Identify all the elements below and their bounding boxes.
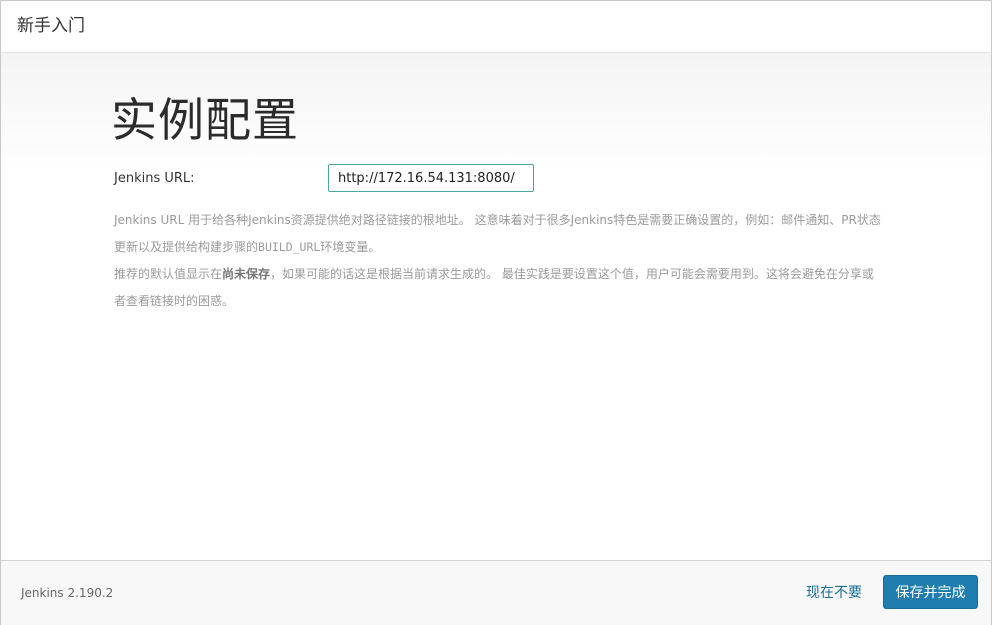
jenkins-url-input[interactable]	[328, 164, 534, 192]
dialog-title: 新手入门	[17, 15, 85, 37]
help-line: 推荐的默认值显示在尚未保存，如果可能的话这是根据当前请求生成的。 最佳实践是要设…	[114, 261, 894, 288]
dialog-footer: Jenkins 2.190.2 现在不要 保存并完成	[1, 560, 991, 625]
not-saved-emphasis: 尚未保存	[222, 267, 270, 281]
setup-dialog: 新手入门 实例配置 Jenkins URL: Jenkins URL 用于给各种…	[0, 0, 992, 625]
version-label: Jenkins 2.190.2	[21, 585, 113, 601]
dialog-body: 实例配置 Jenkins URL: Jenkins URL 用于给各种Jenki…	[1, 53, 991, 560]
page-title: 实例配置	[111, 91, 299, 149]
help-text: Jenkins URL 用于给各种Jenkins资源提供绝对路径链接的根地址。 …	[114, 207, 894, 315]
build-url-code: BUILD_URL	[258, 240, 320, 254]
help-line: 者查看链接时的困惑。	[114, 288, 894, 315]
dialog-header: 新手入门	[1, 1, 991, 53]
help-line: 更新以及提供给构建步骤的BUILD_URL环境变量。	[114, 234, 894, 261]
save-and-finish-button[interactable]: 保存并完成	[883, 575, 978, 609]
skip-button[interactable]: 现在不要	[798, 580, 870, 606]
jenkins-url-label: Jenkins URL:	[114, 170, 195, 188]
help-line: Jenkins URL 用于给各种Jenkins资源提供绝对路径链接的根地址。 …	[114, 207, 894, 234]
